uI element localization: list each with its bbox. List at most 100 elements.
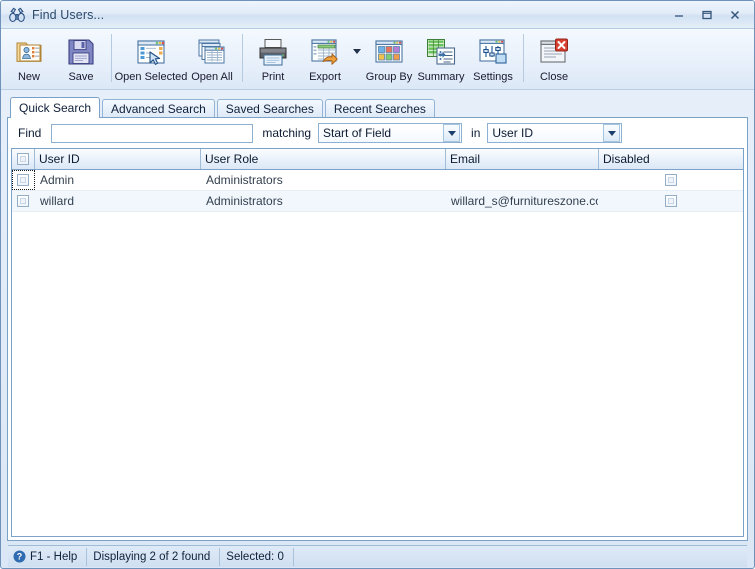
row-select-checkbox[interactable]: [12, 191, 35, 211]
column-header-user-id-label: User ID: [39, 152, 80, 166]
match-mode-value: Start of Field: [323, 126, 392, 140]
column-header-email[interactable]: Email: [446, 149, 599, 169]
export-dropdown-arrow[interactable]: [351, 29, 363, 87]
new-button-label: New: [17, 71, 40, 83]
new-user-card-icon: [13, 36, 45, 68]
status-displaying-label: Displaying 2 of 2 found: [93, 550, 211, 563]
close-toolbar-button-label: Close: [539, 71, 569, 83]
cell-disabled[interactable]: [599, 191, 743, 211]
open-all-icon: [196, 36, 228, 68]
close-window-button[interactable]: [722, 5, 748, 25]
status-bar: ? F1 - Help Displaying 2 of 2 found Sele…: [8, 545, 747, 567]
status-help-label: F1 - Help: [30, 550, 78, 563]
floppy-disk-icon: [65, 36, 97, 68]
tab-recent-searches[interactable]: Recent Searches: [324, 99, 435, 117]
column-header-user-role-label: User Role: [205, 152, 259, 166]
chevron-down-icon[interactable]: [603, 124, 621, 142]
open-all-button[interactable]: Open All: [186, 30, 238, 88]
settings-button[interactable]: Settings: [467, 30, 519, 88]
maximize-button[interactable]: [694, 5, 720, 25]
chevron-down-icon[interactable]: [443, 124, 461, 142]
close-toolbar-button[interactable]: Close: [528, 30, 580, 88]
search-input[interactable]: [51, 123, 254, 143]
cell-email: willard_s@furnitureszone.com: [451, 194, 599, 208]
cell-user-id: willard: [40, 194, 75, 208]
toolbar-separator: [111, 34, 112, 82]
main-toolbar: New Save Open Selected Open All Print Ex…: [1, 29, 754, 90]
minimize-button[interactable]: [666, 5, 692, 25]
open-selected-icon: [135, 36, 167, 68]
status-displaying: Displaying 2 of 2 found: [87, 547, 221, 566]
group-by-icon: [373, 36, 405, 68]
matching-label: matching: [262, 126, 312, 140]
svg-text:?: ?: [17, 552, 23, 562]
column-header-user-role[interactable]: User Role: [201, 149, 446, 169]
tab-advanced-search-label: Advanced Search: [111, 102, 206, 116]
checkbox-icon[interactable]: [664, 174, 677, 186]
cell-user-role: Administrators: [206, 194, 283, 208]
export-button[interactable]: Export: [299, 30, 351, 88]
summary-button[interactable]: Summary: [415, 30, 467, 88]
toolbar-separator: [242, 34, 243, 82]
grid-body: Admin Administrators willard Administrat…: [12, 170, 743, 536]
search-tabstrip: Quick Search Advanced Search Saved Searc…: [7, 96, 748, 118]
summary-icon: [425, 36, 457, 68]
new-button[interactable]: New: [3, 30, 55, 88]
in-label: in: [471, 126, 481, 140]
tab-saved-searches[interactable]: Saved Searches: [216, 99, 323, 117]
table-row[interactable]: willard Administrators willard_s@furnitu…: [12, 191, 743, 212]
results-grid: User ID User Role Email Disabled Admin A…: [11, 148, 744, 537]
tab-quick-search[interactable]: Quick Search: [10, 97, 101, 118]
status-selected-label: Selected: 0: [226, 550, 284, 563]
grid-header-row: User ID User Role Email Disabled: [12, 149, 743, 170]
table-row[interactable]: Admin Administrators: [12, 170, 743, 191]
quick-search-panel: Find matching Start of Field in User ID: [7, 117, 748, 541]
search-field-select[interactable]: User ID: [487, 123, 623, 143]
search-field-value: User ID: [492, 126, 534, 140]
row-select-checkbox[interactable]: [12, 170, 35, 190]
status-selected: Selected: 0: [220, 547, 294, 566]
content-area: Quick Search Advanced Search Saved Searc…: [1, 90, 754, 568]
save-button[interactable]: Save: [55, 30, 107, 88]
cell-email: [446, 170, 599, 190]
tab-saved-searches-label: Saved Searches: [225, 102, 314, 116]
help-circle-icon: ?: [13, 550, 26, 563]
tab-recent-searches-label: Recent Searches: [333, 102, 426, 116]
window-title: Find Users...: [32, 7, 105, 22]
cell-user-id: Admin: [40, 173, 75, 187]
print-button[interactable]: Print: [247, 30, 299, 88]
toolbar-separator: [523, 34, 524, 82]
cell-disabled[interactable]: [599, 170, 743, 190]
cell-user-role: Administrators: [206, 173, 283, 187]
status-help[interactable]: ? F1 - Help: [8, 547, 88, 566]
close-window-icon: [538, 36, 570, 68]
summary-button-label: Summary: [417, 71, 465, 83]
print-button-label: Print: [261, 71, 285, 83]
group-by-button-label: Group By: [365, 71, 413, 83]
tab-advanced-search[interactable]: Advanced Search: [102, 99, 215, 117]
tab-quick-search-label: Quick Search: [19, 101, 92, 115]
checkbox-icon[interactable]: [17, 153, 29, 165]
open-selected-button[interactable]: Open Selected: [114, 30, 188, 88]
find-users-window: Find Users... New Save Open Selected Ope…: [0, 0, 755, 569]
column-header-email-label: Email: [450, 152, 481, 166]
settings-icon: [477, 36, 509, 68]
checkbox-icon[interactable]: [17, 174, 29, 186]
find-label: Find: [18, 126, 42, 140]
export-button-label: Export: [309, 71, 341, 83]
checkbox-icon[interactable]: [17, 195, 29, 207]
select-all-header[interactable]: [12, 149, 35, 169]
open-selected-button-label: Open Selected: [114, 71, 188, 83]
quick-search-bar: Find matching Start of Field in User ID: [8, 118, 747, 148]
export-icon: [309, 36, 341, 68]
checkbox-icon[interactable]: [664, 195, 677, 207]
open-all-button-label: Open All: [191, 71, 233, 83]
printer-icon: [257, 36, 289, 68]
title-bar: Find Users...: [1, 1, 754, 29]
column-header-user-id[interactable]: User ID: [35, 149, 201, 169]
save-button-label: Save: [68, 71, 94, 83]
column-header-disabled[interactable]: Disabled: [599, 149, 743, 169]
group-by-button[interactable]: Group By: [363, 30, 415, 88]
column-header-disabled-label: Disabled: [603, 152, 650, 166]
match-mode-select[interactable]: Start of Field: [318, 123, 463, 143]
